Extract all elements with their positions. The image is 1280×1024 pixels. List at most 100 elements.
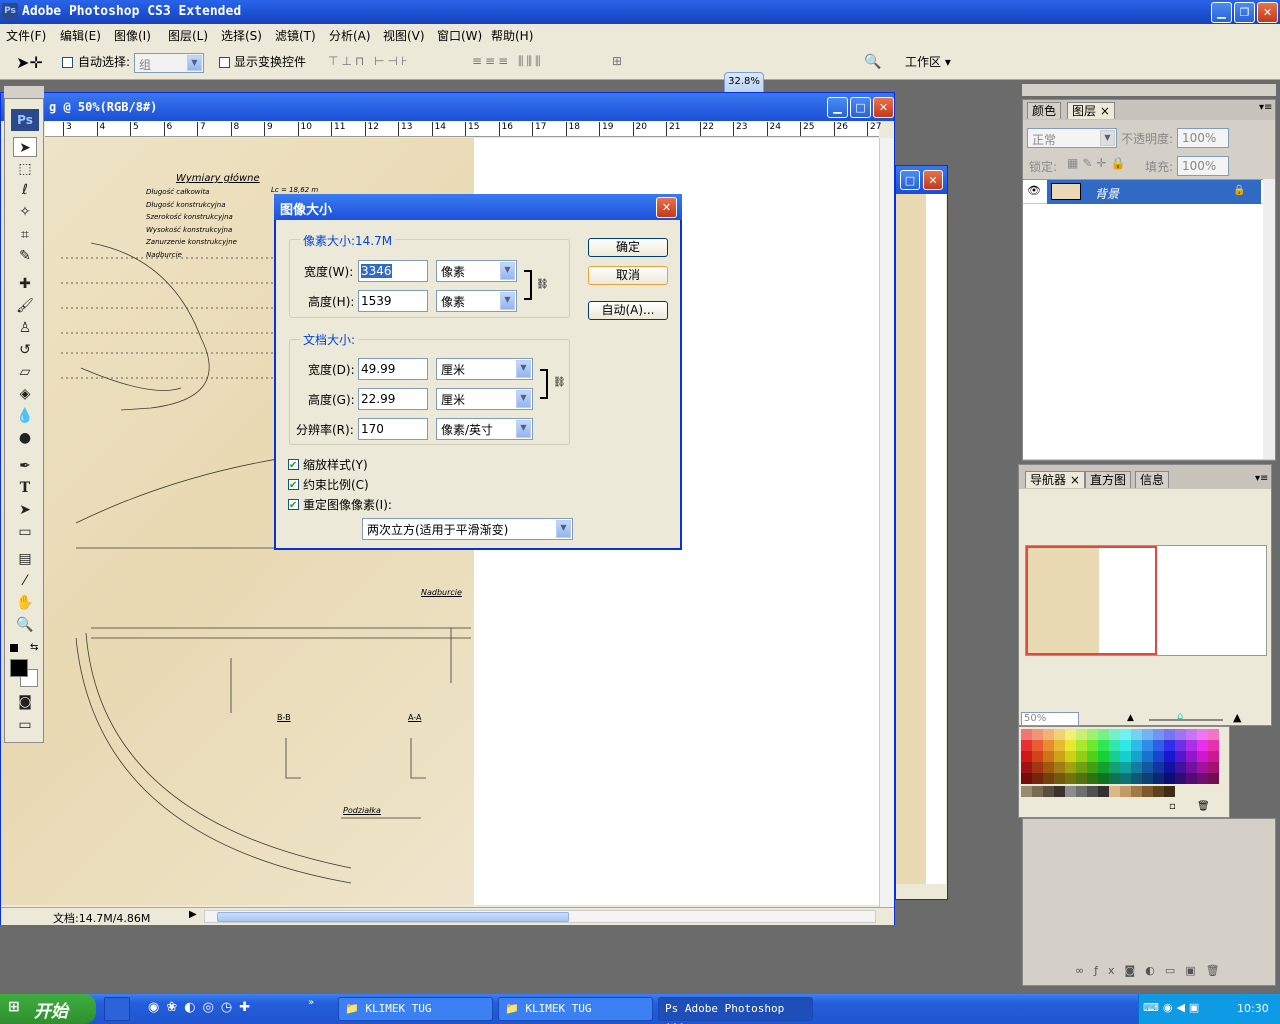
background-close-button[interactable]: ✕ [923,170,943,190]
color-swatch[interactable] [1153,773,1164,784]
color-swatch[interactable] [1153,786,1164,797]
color-swatch[interactable] [1076,729,1087,740]
color-swatch[interactable] [1043,751,1054,762]
color-swatch[interactable] [1186,762,1197,773]
minimize-button[interactable]: ▁ [1211,2,1232,23]
color-swatch[interactable] [1054,786,1065,797]
color-swatch[interactable] [1131,740,1142,751]
quick-mask-icon[interactable]: ◙ [13,692,37,712]
magic-wand-tool-icon[interactable]: ✧ [13,202,37,222]
color-swatch[interactable] [1032,786,1043,797]
show-transform-checkbox[interactable] [219,55,230,69]
color-swatch[interactable] [1043,729,1054,740]
align-icons[interactable]: ⊤⊥⊓ ⊢⊣⊦ [328,54,410,68]
taskbar-folder-button[interactable]: 📁 KLIMEK TUG [338,997,493,1021]
color-swatch[interactable] [1175,751,1186,762]
eyedropper-icon[interactable]: ⁄ [13,571,37,591]
color-swatch[interactable] [1120,751,1131,762]
doc-height-unit-select[interactable]: 厘米 ▼ [436,388,533,410]
color-swatch[interactable] [1109,773,1120,784]
doc-width-field[interactable]: 49.99 [358,358,428,380]
lock-icons[interactable]: ▦✎✛🔒 [1067,156,1129,170]
background-document-window[interactable]: □ ✕ [895,165,948,900]
color-swatch[interactable] [1109,751,1120,762]
distribute-icons[interactable]: ≡≡≡ ⫼⫼⫼ [472,54,544,69]
menu-edit[interactable]: 编辑(E) [60,27,101,44]
color-swatch[interactable] [1021,729,1032,740]
dodge-tool-icon[interactable]: ● [13,428,37,448]
color-swatch[interactable] [1065,762,1076,773]
restore-button[interactable]: ❐ [1234,2,1255,23]
color-swatch[interactable] [1175,773,1186,784]
auto-select-checkbox[interactable] [62,55,73,69]
dialog-close-button[interactable]: ✕ [656,197,677,218]
color-swatch[interactable] [1087,729,1098,740]
color-swatch[interactable] [1054,762,1065,773]
pixel-width-field[interactable]: 3346 [358,260,428,282]
swap-colors-icon[interactable]: ⇆ [30,642,38,653]
color-swatch[interactable] [1109,740,1120,751]
color-swatch[interactable] [1065,729,1076,740]
color-swatch[interactable] [1186,751,1197,762]
color-swatch[interactable] [1054,729,1065,740]
new-swatch-icon[interactable]: ▫ [1169,801,1176,812]
clone-stamp-icon[interactable]: ♙ [13,318,37,338]
foreground-color-swatch[interactable] [10,659,28,677]
color-swatch[interactable] [1208,751,1219,762]
pen-tool-icon[interactable]: ✒ [13,456,37,476]
color-swatch[interactable] [1021,740,1032,751]
color-swatch[interactable] [1197,751,1208,762]
color-swatch[interactable] [1142,786,1153,797]
document-maximize-button[interactable]: □ [850,97,871,118]
pixel-height-field[interactable]: 1539 [358,290,428,312]
tray-icons[interactable]: ⌨◉◀▣ [1143,1001,1203,1014]
color-swatch[interactable] [1164,740,1175,751]
start-button[interactable]: ⊞ 开始 [0,994,96,1024]
zoom-in-icon[interactable]: ▲ [1233,711,1241,724]
tab-layers[interactable]: 图层 × [1067,102,1115,119]
resample-method-select[interactable]: 两次立方(适用于平滑渐变) ▼ [362,518,573,540]
document-close-button[interactable]: ✕ [873,97,894,118]
color-swatch[interactable] [1076,773,1087,784]
lasso-tool-icon[interactable]: ℓ [13,180,37,200]
layer-action-icons[interactable]: ∞ƒx◙◐▭▣🗑 [1075,964,1230,977]
color-swatch[interactable] [1087,751,1098,762]
panel-dock-grip[interactable] [1022,84,1276,96]
menu-filter[interactable]: 滤镜(T) [275,27,316,44]
color-swatch[interactable] [1076,786,1087,797]
tab-color[interactable]: 颜色 [1027,102,1062,119]
color-swatch[interactable] [1065,773,1076,784]
color-swatch[interactable] [1131,762,1142,773]
color-swatch[interactable] [1175,740,1186,751]
color-swatch[interactable] [1197,740,1208,751]
color-swatch[interactable] [1208,729,1219,740]
color-swatch[interactable] [1164,751,1175,762]
move-tool-icon[interactable]: ➤ [13,137,37,157]
cancel-button[interactable]: 取消 [588,266,668,285]
status-menu-arrow-icon[interactable]: ▶ [189,909,197,920]
color-swatch[interactable] [1087,786,1098,797]
color-swatch[interactable] [1208,740,1219,751]
color-swatch[interactable] [1054,751,1065,762]
close-button[interactable]: ✕ [1257,2,1278,23]
color-swatch[interactable] [1087,740,1098,751]
toolbox-grip[interactable] [4,86,44,98]
color-swatch[interactable] [1153,762,1164,773]
menu-view[interactable]: 视图(V) [383,27,425,44]
color-swatch[interactable] [1153,729,1164,740]
panel-menu-icon[interactable]: ▾≡ [1259,102,1272,113]
color-swatch[interactable] [1186,729,1197,740]
color-swatch[interactable] [1164,786,1175,797]
color-swatch[interactable] [1043,773,1054,784]
color-swatch[interactable] [1153,740,1164,751]
menu-file[interactable]: 文件(F) [6,27,46,44]
tab-close-icon[interactable]: × [1100,104,1110,118]
color-swatch[interactable] [1197,773,1208,784]
color-swatch[interactable] [1109,786,1120,797]
history-brush-icon[interactable]: ↺ [13,340,37,360]
color-swatch[interactable] [1142,751,1153,762]
color-swatch[interactable] [1098,786,1109,797]
color-swatch[interactable] [1142,773,1153,784]
color-swatch[interactable] [1109,729,1120,740]
doc-height-field[interactable]: 22.99 [358,388,428,410]
